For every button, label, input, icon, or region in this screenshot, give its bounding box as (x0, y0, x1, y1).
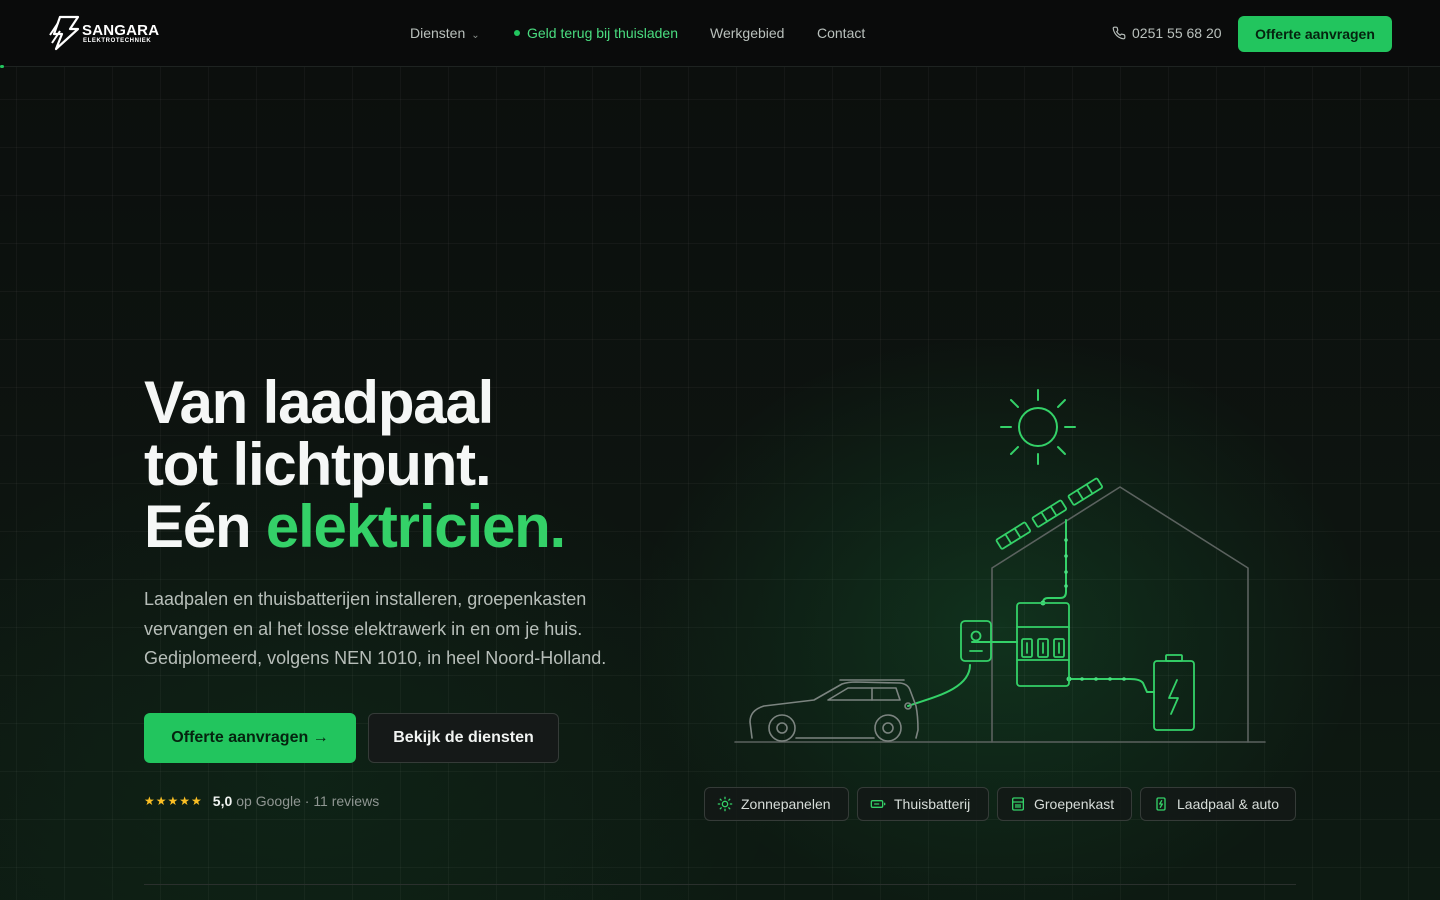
nav-item-werkgebied[interactable]: Werkgebied (710, 25, 784, 41)
sun-icon (1000, 389, 1076, 465)
google-rating: ★★★★★ 5,0 op Google · 11 reviews (144, 793, 379, 809)
chip-zonnepanelen[interactable]: Zonnepanelen (704, 787, 849, 821)
phone-icon (1112, 26, 1126, 40)
hero-heading-line-3-prefix: Eén (144, 493, 266, 560)
brand-logo[interactable]: SANGARA ELEKTROTECHNIEK (48, 15, 164, 51)
rating-stars-icon: ★★★★★ (144, 794, 203, 808)
hero-heading-line-2: tot lichtpunt. (144, 431, 492, 498)
battery-icon (870, 800, 886, 808)
fusebox-icon (1012, 797, 1024, 811)
nav-item-contact[interactable]: Contact (817, 25, 865, 41)
solar-panels-icon (995, 477, 1103, 550)
home-battery-icon (1153, 654, 1195, 731)
nav-item-geld-terug[interactable]: Geld terug bij thuisladen (514, 25, 678, 41)
house-outline (734, 486, 1266, 743)
hero-heading-accent: elektricien. (265, 493, 566, 560)
chip-label: Laadpaal & auto (1177, 796, 1279, 812)
scroll-progress-indicator (0, 65, 4, 68)
header-quote-button[interactable]: Offerte aanvragen (1238, 16, 1392, 52)
view-services-button[interactable]: Bekijk de diensten (368, 713, 559, 763)
lightning-logo-icon (49, 15, 80, 51)
nav-item-label: Diensten (410, 25, 466, 41)
brand-subtitle: ELEKTROTECHNIEK (83, 38, 152, 44)
rating-score: 5,0 (212, 793, 233, 809)
status-dot-icon (514, 30, 520, 36)
fusebox-icon (1016, 602, 1070, 687)
energy-wiring (907, 519, 1155, 707)
hero-heading-line-1: Van laadpaal (144, 369, 494, 436)
phone-link[interactable]: 0251 55 68 20 (1112, 25, 1222, 41)
sun-icon (717, 796, 733, 812)
chevron-down-icon: ⌄ (471, 30, 480, 41)
hero-description: Laadpalen en thuisbatterijen installeren… (144, 589, 607, 668)
chip-label: Groepenkast (1034, 796, 1115, 812)
chip-laadpaal-auto[interactable]: Laadpaal & auto (1140, 787, 1296, 821)
charger-icon (1156, 797, 1166, 811)
chip-groepenkast[interactable]: Groepenkast (997, 787, 1132, 821)
section-divider (144, 884, 1296, 885)
hero-heading: Van laadpaal tot lichtpunt. Eén elektric… (144, 369, 566, 560)
hero-quote-button[interactable]: Offerte aanvragen → (144, 713, 356, 763)
car-icon (749, 679, 919, 742)
phone-number: 0251 55 68 20 (1132, 25, 1222, 41)
brand-name: SANGARA (82, 22, 160, 39)
chip-thuisbatterij[interactable]: Thuisbatterij (857, 787, 989, 821)
nav-item-diensten[interactable]: Diensten ⌄ (410, 25, 480, 41)
chip-label: Zonnepanelen (741, 796, 831, 812)
chip-label: Thuisbatterij (894, 796, 971, 812)
nav-item-label: Geld terug bij thuisladen (527, 25, 678, 41)
rating-text: op Google · 11 reviews (236, 793, 380, 809)
site-header: SANGARA ELEKTROTECHNIEK Diensten ⌄ Geld t… (0, 0, 1440, 67)
home-energy-illustration (734, 389, 1266, 743)
